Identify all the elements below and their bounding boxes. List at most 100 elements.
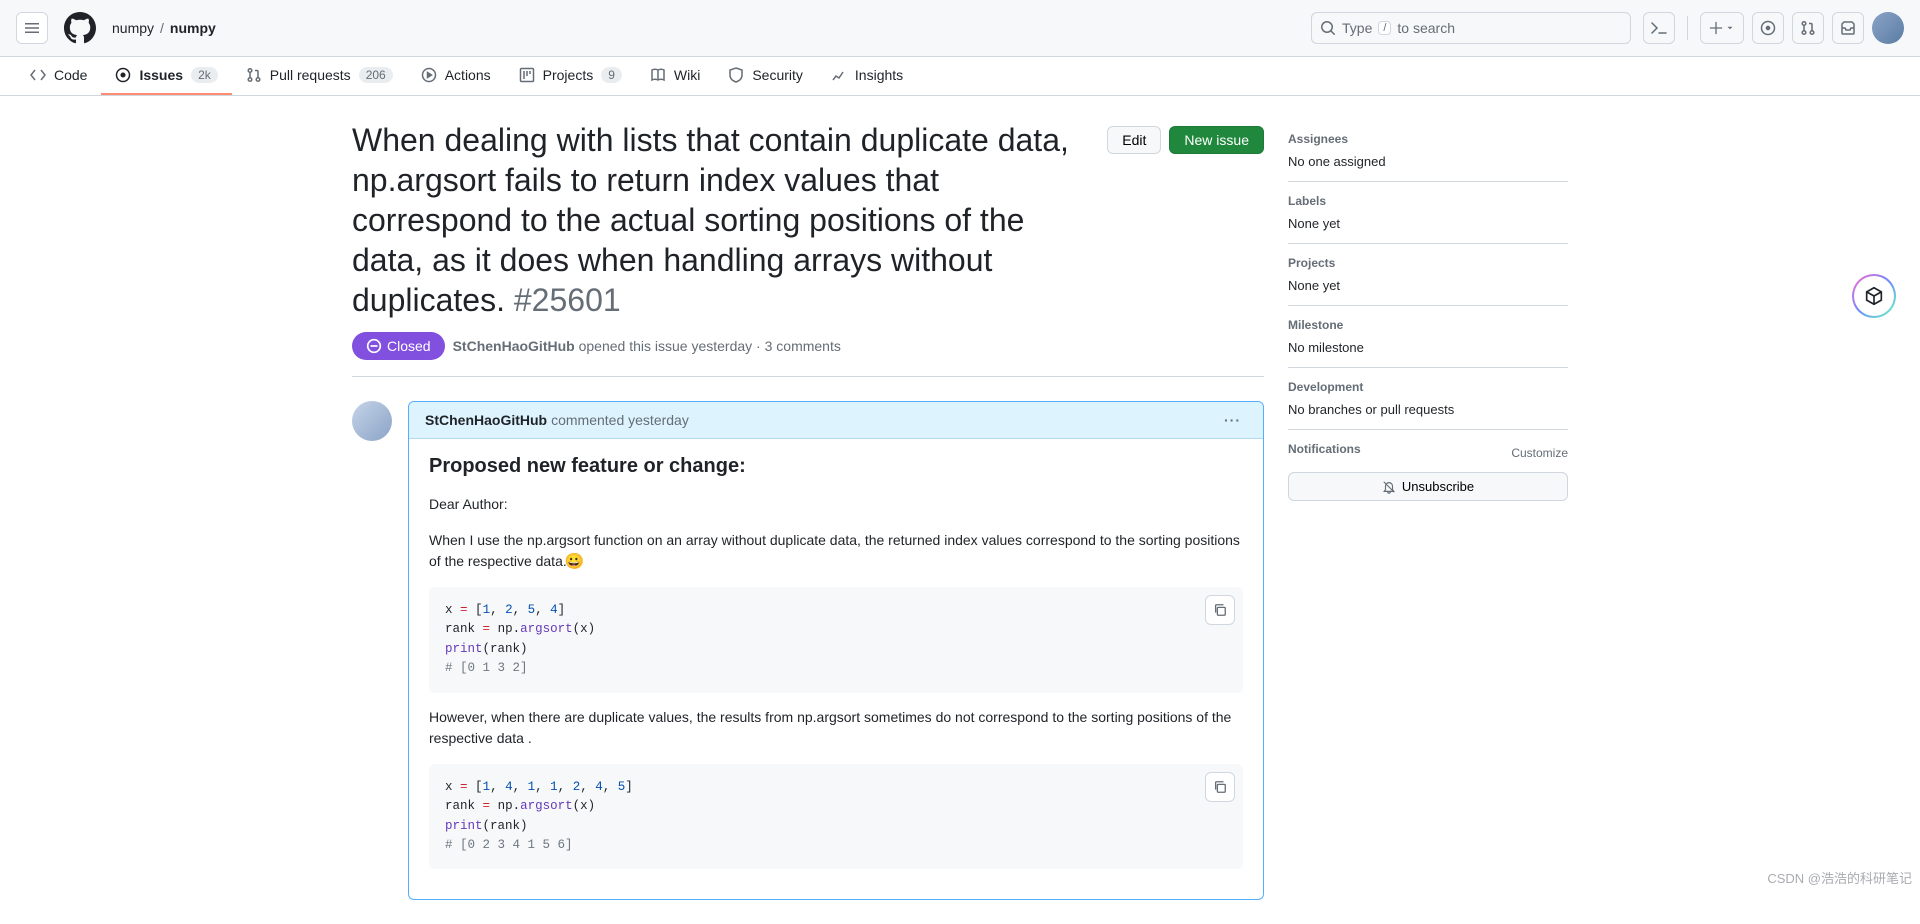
comment-menu-button[interactable]: ··· — [1218, 412, 1247, 428]
sidebar-assignees-value: No one assigned — [1288, 154, 1568, 169]
status-badge: Closed — [352, 332, 445, 360]
sidebar-labels-value: None yet — [1288, 216, 1568, 231]
chevron-down-icon — [1725, 23, 1735, 33]
play-icon — [421, 67, 437, 83]
issue-author[interactable]: StChenHaoGitHub — [453, 338, 575, 354]
issue-opened-icon — [115, 67, 131, 83]
nav-projects[interactable]: Projects 9 — [505, 57, 636, 95]
nav-security-label: Security — [752, 67, 803, 83]
issue-sidebar: Assignees No one assigned Labels None ye… — [1288, 120, 1568, 900]
sidebar-milestone-value: No milestone — [1288, 340, 1568, 355]
issue-meta: Closed StChenHaoGitHub opened this issue… — [352, 332, 1264, 377]
nav-insights[interactable]: Insights — [817, 57, 917, 95]
unsubscribe-button[interactable]: Unsubscribe — [1288, 472, 1568, 501]
nav-security[interactable]: Security — [714, 57, 817, 95]
sidebar-milestone[interactable]: Milestone No milestone — [1288, 306, 1568, 368]
nav-projects-label: Projects — [543, 67, 594, 83]
breadcrumb-repo[interactable]: numpy — [170, 20, 216, 36]
comment-box: StChenHaoGitHub commented yesterday ··· … — [408, 401, 1264, 900]
comment-p2-text: When I use the np.argsort function on an… — [429, 532, 1240, 570]
floating-assistant-button[interactable] — [1852, 274, 1896, 318]
github-logo[interactable] — [64, 12, 96, 44]
search-suffix: to search — [1397, 20, 1455, 36]
sidebar-milestone-header: Milestone — [1288, 318, 1568, 332]
comment-body: Proposed new feature or change: Dear Aut… — [409, 439, 1263, 899]
issue-title-text: When dealing with lists that contain dup… — [352, 122, 1069, 318]
nav-wiki[interactable]: Wiki — [636, 57, 714, 95]
comment-p1: Dear Author: — [429, 494, 1243, 516]
sidebar-labels[interactable]: Labels None yet — [1288, 182, 1568, 244]
nav-code[interactable]: Code — [16, 57, 101, 95]
project-icon — [519, 67, 535, 83]
status-label: Closed — [387, 338, 431, 354]
comment-header: StChenHaoGitHub commented yesterday ··· — [409, 402, 1263, 439]
closed-icon — [366, 338, 382, 354]
search-prefix: Type — [1342, 20, 1372, 36]
prompt-icon — [1651, 20, 1667, 36]
git-pull-request-icon — [1800, 20, 1816, 36]
comment-p2: When I use the np.argsort function on an… — [429, 530, 1243, 573]
search-icon — [1320, 20, 1336, 36]
nav-insights-label: Insights — [855, 67, 903, 83]
sidebar-development[interactable]: Development No branches or pull requests — [1288, 368, 1568, 430]
code-block-1: x = [1, 2, 5, 4] rank = np.argsort(x) pr… — [429, 587, 1243, 693]
command-palette-button[interactable] — [1643, 12, 1675, 44]
code-block-2: x = [1, 4, 1, 1, 2, 4, 5] rank = np.args… — [429, 764, 1243, 870]
issues-button[interactable] — [1752, 12, 1784, 44]
edit-button[interactable]: Edit — [1107, 126, 1161, 154]
copy-button[interactable] — [1205, 772, 1235, 802]
repo-nav: Code Issues 2k Pull requests 206 Actions… — [0, 57, 1920, 96]
timeline: StChenHaoGitHub commented yesterday ··· … — [352, 401, 1264, 900]
bell-slash-icon — [1382, 480, 1396, 494]
comment-when: commented yesterday — [551, 412, 689, 428]
pulls-button[interactable] — [1792, 12, 1824, 44]
sidebar-notif-header: Notifications — [1288, 442, 1361, 456]
search-input[interactable]: Type / to search — [1311, 12, 1631, 44]
issue-comment-count: 3 comments — [765, 338, 841, 354]
copy-icon — [1213, 603, 1227, 617]
nav-wiki-label: Wiki — [674, 67, 700, 83]
issue-meta-text: StChenHaoGitHub opened this issue yester… — [453, 338, 841, 354]
nav-actions[interactable]: Actions — [407, 57, 505, 95]
nav-projects-count: 9 — [601, 67, 622, 83]
comment-heading: Proposed new feature or change: — [429, 455, 1243, 478]
menu-icon — [24, 20, 40, 36]
nav-pulls-count: 206 — [359, 67, 393, 83]
sidebar-assignees[interactable]: Assignees No one assigned — [1288, 120, 1568, 182]
inbox-icon — [1840, 20, 1856, 36]
comment-author[interactable]: StChenHaoGitHub — [425, 412, 547, 428]
issue-opened-icon — [1760, 20, 1776, 36]
user-avatar[interactable] — [1872, 12, 1904, 44]
breadcrumb: numpy / numpy — [112, 20, 216, 36]
search-kbd: / — [1378, 21, 1391, 35]
nav-actions-label: Actions — [445, 67, 491, 83]
cube-icon — [1863, 285, 1885, 307]
sidebar-projects[interactable]: Projects None yet — [1288, 244, 1568, 306]
issue-header: When dealing with lists that contain dup… — [352, 120, 1264, 320]
plus-icon — [1709, 21, 1723, 35]
header-actions — [1643, 12, 1904, 44]
customize-link[interactable]: Customize — [1511, 446, 1568, 460]
smile-emoji-icon — [567, 553, 583, 569]
new-issue-button[interactable]: New issue — [1169, 126, 1264, 154]
comment-p3: However, when there are duplicate values… — [429, 707, 1243, 750]
inbox-button[interactable] — [1832, 12, 1864, 44]
book-icon — [650, 67, 666, 83]
sidebar-labels-header: Labels — [1288, 194, 1568, 208]
nav-code-label: Code — [54, 67, 87, 83]
comment-author-avatar[interactable] — [352, 401, 392, 441]
copy-icon — [1213, 780, 1227, 794]
shield-icon — [728, 67, 744, 83]
sidebar-notifications: Notifications Customize Unsubscribe — [1288, 430, 1568, 513]
nav-issues[interactable]: Issues 2k — [101, 57, 231, 95]
divider — [1687, 16, 1688, 40]
hamburger-menu[interactable] — [16, 12, 48, 44]
create-new-button[interactable] — [1700, 12, 1744, 44]
nav-pulls[interactable]: Pull requests 206 — [232, 57, 407, 95]
sidebar-projects-header: Projects — [1288, 256, 1568, 270]
code-icon — [30, 67, 46, 83]
sidebar-dev-header: Development — [1288, 380, 1568, 394]
sidebar-dev-value: No branches or pull requests — [1288, 402, 1568, 417]
breadcrumb-owner[interactable]: numpy — [112, 20, 154, 36]
copy-button[interactable] — [1205, 595, 1235, 625]
